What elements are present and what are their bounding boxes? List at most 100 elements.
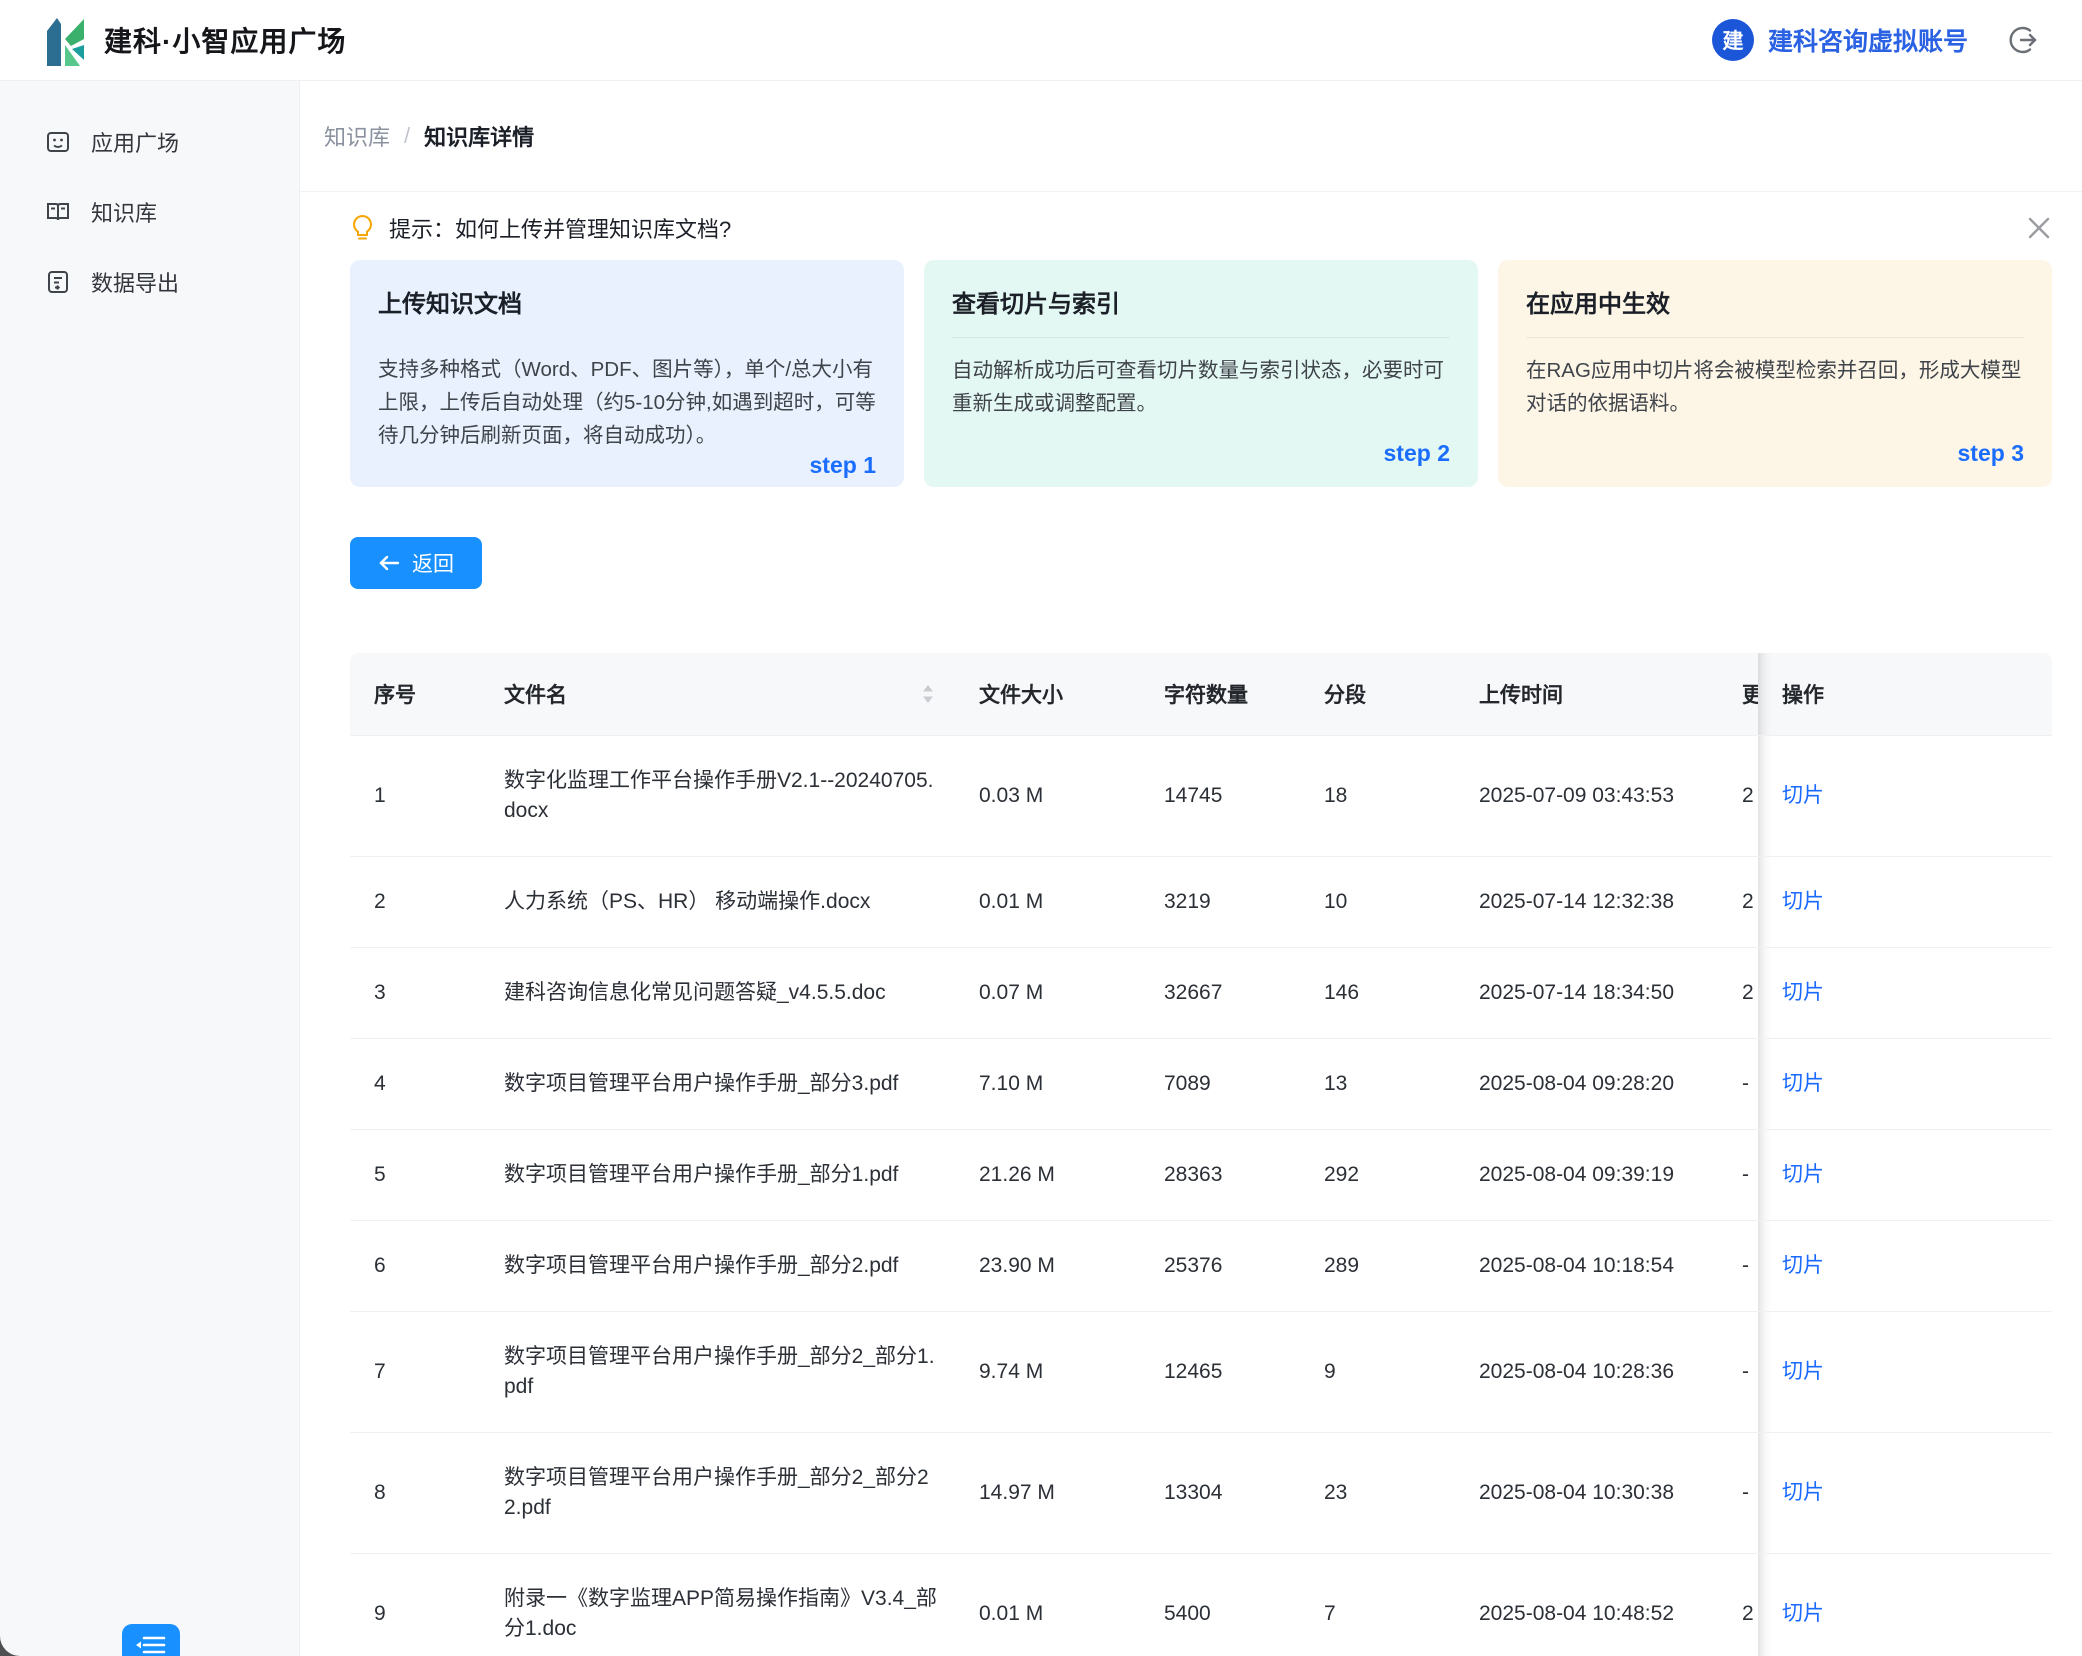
cell-clipped: - [1742, 1433, 1758, 1554]
cell-segments: 18 [1300, 736, 1455, 857]
cell-uploaded: 2025-08-04 10:28:36 [1455, 1312, 1742, 1433]
cell-index: 2 [350, 857, 480, 948]
cell-segments: 23 [1300, 1433, 1455, 1554]
cell-charcount: 28363 [1140, 1130, 1300, 1221]
cell-uploaded: 2025-08-04 09:39:19 [1455, 1130, 1742, 1221]
cell-segments: 13 [1300, 1039, 1455, 1130]
cell-clipped: 2 [1742, 857, 1758, 948]
cell-filesize: 0.03 M [955, 736, 1140, 857]
cell-uploaded: 2025-07-09 03:43:53 [1455, 736, 1742, 857]
sort-icon[interactable] [921, 683, 935, 705]
app-plaza-icon [45, 129, 71, 155]
slice-link[interactable]: 切片 [1782, 890, 1824, 913]
account-name[interactable]: 建科咨询虚拟账号 [1768, 22, 1968, 58]
cell-charcount: 12465 [1140, 1312, 1300, 1433]
sidebar-item-label: 数据导出 [91, 266, 179, 298]
step-card-upload: 上传知识文档 支持多种格式（Word、PDF、图片等），单个/总大小有上限，上传… [350, 260, 904, 487]
table-row: 8 数字项目管理平台用户操作手册_部分2_部分22.pdf 14.97 M 13… [350, 1433, 2052, 1554]
user-avatar[interactable]: 建 [1712, 19, 1754, 61]
cell-filename: 数字项目管理平台用户操作手册_部分2_部分1.pdf [480, 1312, 955, 1433]
breadcrumb-knowledge-base[interactable]: 知识库 [324, 120, 390, 152]
lightbulb-icon [350, 214, 375, 242]
cell-segments: 289 [1300, 1221, 1455, 1312]
step-label: step 3 [1526, 440, 2024, 467]
cell-uploaded: 2025-08-04 10:18:54 [1455, 1221, 1742, 1312]
card-title: 查看切片与索引 [952, 284, 1450, 319]
cell-filesize: 7.10 M [955, 1039, 1140, 1130]
window-corner [0, 1622, 26, 1656]
sidebar: 应用广场 知识库 数据导出 [0, 81, 300, 1656]
cell-clipped: 2 [1742, 1554, 1758, 1656]
table-row: 4 数字项目管理平台用户操作手册_部分3.pdf 7.10 M 7089 13 … [350, 1039, 2052, 1130]
documents-table: 序号 文件名 [300, 589, 2082, 1656]
slice-link[interactable]: 切片 [1782, 1163, 1824, 1186]
slice-link[interactable]: 切片 [1782, 1602, 1824, 1625]
cell-charcount: 32667 [1140, 948, 1300, 1039]
back-button-label: 返回 [412, 548, 454, 578]
cell-filename: 数字项目管理平台用户操作手册_部分2.pdf [480, 1221, 955, 1312]
col-header-segments: 分段 [1300, 653, 1455, 736]
cell-filesize: 23.90 M [955, 1221, 1140, 1312]
slice-link[interactable]: 切片 [1782, 1360, 1824, 1383]
table-header-row: 序号 文件名 [350, 653, 2052, 736]
cell-uploaded: 2025-07-14 18:34:50 [1455, 948, 1742, 1039]
cell-filename: 数字项目管理平台用户操作手册_部分2_部分22.pdf [480, 1433, 955, 1554]
table-row: 2 人力系统（PS、HR） 移动端操作.docx 0.01 M 3219 10 … [350, 857, 2052, 948]
cell-index: 3 [350, 948, 480, 1039]
cell-segments: 9 [1300, 1312, 1455, 1433]
table-row: 7 数字项目管理平台用户操作手册_部分2_部分1.pdf 9.74 M 1246… [350, 1312, 2052, 1433]
table-row: 1 数字化监理工作平台操作手册V2.1--20240705.docx 0.03 … [350, 736, 2052, 857]
step-card-slices: 查看切片与索引 自动解析成功后可查看切片数量与索引状态，必要时可重新生成或调整配… [924, 260, 1478, 487]
sidebar-item-data-export[interactable]: 数据导出 [0, 247, 299, 317]
sidebar-item-app-plaza[interactable]: 应用广场 [0, 107, 299, 177]
cell-charcount: 13304 [1140, 1433, 1300, 1554]
cell-charcount: 5400 [1140, 1554, 1300, 1656]
card-title: 上传知识文档 [378, 284, 876, 319]
cell-filesize: 14.97 M [955, 1433, 1140, 1554]
card-body: 自动解析成功后可查看切片数量与索引状态，必要时可重新生成或调整配置。 [952, 354, 1450, 420]
cell-clipped: - [1742, 1312, 1758, 1433]
data-export-icon [45, 269, 71, 295]
cell-filename: 数字项目管理平台用户操作手册_部分3.pdf [480, 1039, 955, 1130]
cell-clipped: 2 [1742, 736, 1758, 857]
collapse-sidebar-button[interactable] [122, 1624, 180, 1656]
col-header-actions: 操作 [1758, 653, 2052, 736]
col-header-index: 序号 [350, 653, 480, 736]
cell-filesize: 0.01 M [955, 1554, 1140, 1656]
slice-link[interactable]: 切片 [1782, 1072, 1824, 1095]
close-icon[interactable] [2026, 215, 2052, 241]
cell-charcount: 7089 [1140, 1039, 1300, 1130]
card-divider [1526, 337, 2024, 338]
cell-filesize: 9.74 M [955, 1312, 1140, 1433]
slice-link[interactable]: 切片 [1782, 981, 1824, 1004]
cell-clipped: 2 [1742, 948, 1758, 1039]
cell-filename: 数字化监理工作平台操作手册V2.1--20240705.docx [480, 736, 955, 857]
col-header-filename: 文件名 [480, 653, 955, 736]
back-button[interactable]: 返回 [350, 537, 482, 589]
sidebar-item-knowledge-base[interactable]: 知识库 [0, 177, 299, 247]
app-title: 建科·小智应用广场 [104, 20, 346, 60]
table-row: 9 附录一《数字监理APP简易操作指南》V3.4_部分1.doc 0.01 M … [350, 1554, 2052, 1656]
col-header-uploaded: 上传时间 [1455, 653, 1742, 736]
step-card-apply: 在应用中生效 在RAG应用中切片将会被模型检索并召回，形成大模型对话的依据语料。… [1498, 260, 2052, 487]
slice-link[interactable]: 切片 [1782, 1254, 1824, 1277]
table-row: 3 建科咨询信息化常见问题答疑_v4.5.5.doc 0.07 M 32667 … [350, 948, 2052, 1039]
cell-index: 7 [350, 1312, 480, 1433]
cell-charcount: 14745 [1140, 736, 1300, 857]
cell-index: 5 [350, 1130, 480, 1221]
cell-index: 8 [350, 1433, 480, 1554]
back-arrow-icon [378, 554, 400, 572]
logout-icon[interactable] [2008, 25, 2038, 55]
breadcrumb-separator: / [404, 123, 410, 149]
cell-filesize: 0.01 M [955, 857, 1140, 948]
slice-link[interactable]: 切片 [1782, 1481, 1824, 1504]
cell-segments: 10 [1300, 857, 1455, 948]
col-header-charcount: 字符数量 [1140, 653, 1300, 736]
cell-clipped: - [1742, 1130, 1758, 1221]
cell-uploaded: 2025-08-04 09:28:20 [1455, 1039, 1742, 1130]
col-header-clipped: 更 [1742, 653, 1758, 736]
table-row: 5 数字项目管理平台用户操作手册_部分1.pdf 21.26 M 28363 2… [350, 1130, 2052, 1221]
cell-filename: 数字项目管理平台用户操作手册_部分1.pdf [480, 1130, 955, 1221]
slice-link[interactable]: 切片 [1782, 784, 1824, 807]
cell-filesize: 0.07 M [955, 948, 1140, 1039]
